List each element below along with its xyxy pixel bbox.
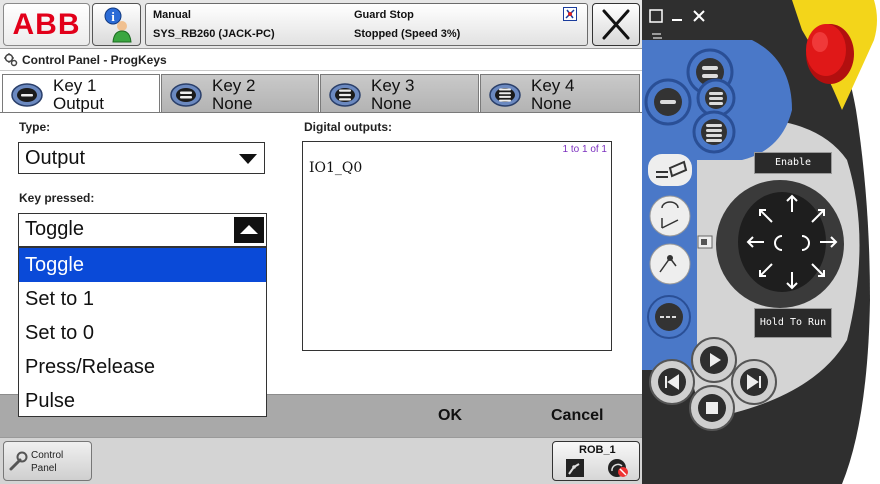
- mechanical-unit-button[interactable]: [646, 150, 694, 190]
- key-pressed-select-value: Toggle: [25, 218, 84, 240]
- emergency-stop-button[interactable]: [800, 14, 856, 94]
- operating-mode: Manual: [153, 9, 191, 21]
- chevron-up-icon: [234, 217, 264, 243]
- tab-key-3-value: None: [371, 94, 412, 113]
- tab-key-1-value: Output: [53, 94, 105, 113]
- dropdown-option-set-to-0[interactable]: Set to 0: [19, 316, 266, 350]
- system-name: SYS_RB260 (JACK-PC): [153, 28, 275, 40]
- type-select-value: Output: [25, 147, 86, 169]
- type-label: Type:: [19, 120, 51, 134]
- taskbar-control-panel[interactable]: Control Panel: [3, 441, 92, 481]
- guard-status: Guard Stop: [354, 9, 414, 21]
- status-panel[interactable]: Manual SYS_RB260 (JACK-PC) Guard Stop St…: [145, 3, 588, 46]
- prog-key-1-icon: [11, 83, 43, 107]
- close-button[interactable]: [592, 3, 640, 46]
- run-status: Stopped (Speed 3%): [354, 28, 461, 40]
- quickset-button[interactable]: ROB_1: [552, 441, 640, 481]
- dropdown-option-pulse[interactable]: Pulse: [19, 384, 266, 418]
- enable-label: Enable: [754, 152, 832, 174]
- prog-keys-cluster: [644, 48, 736, 154]
- robot-icon: [566, 459, 584, 477]
- tab-key-2-value: None: [212, 94, 253, 113]
- prog-key-3-icon: [329, 83, 361, 107]
- window-title-bar: Control Panel - ProgKeys: [0, 49, 642, 71]
- tab-key-4-value: None: [531, 94, 572, 113]
- list-item[interactable]: IO1_Q0: [309, 160, 362, 176]
- motion-mode-button[interactable]: [646, 194, 694, 238]
- tab-key-3[interactable]: Key 3 None: [320, 74, 479, 113]
- tab-key-1[interactable]: Key 1 Output: [2, 74, 160, 113]
- dropdown-option-toggle[interactable]: Toggle: [19, 248, 266, 282]
- tab-key-2[interactable]: Key 2 None: [161, 74, 319, 113]
- rob-label: ROB_1: [579, 444, 616, 456]
- digital-outputs-label: Digital outputs:: [304, 120, 392, 134]
- control-panel-icon: [4, 53, 18, 67]
- dropdown-option-set-to-1[interactable]: Set to 1: [19, 282, 266, 316]
- digital-outputs-count: 1 to 1 of 1: [562, 144, 607, 155]
- motors-state-icon: [563, 7, 577, 21]
- run-controls: [649, 337, 777, 431]
- tab-key-4-label: Key 4: [531, 76, 575, 95]
- tab-key-1-label: Key 1: [53, 76, 97, 95]
- event-log-button[interactable]: i: [92, 3, 141, 46]
- info-person-icon: i: [104, 7, 132, 43]
- close-icon: [602, 9, 630, 40]
- chevron-down-icon: [239, 154, 257, 164]
- tab-key-3-label: Key 3: [371, 76, 415, 95]
- digital-outputs-list[interactable]: 1 to 1 of 1 IO1_Q0: [302, 141, 612, 351]
- window-title: Control Panel - ProgKeys: [22, 53, 167, 67]
- joystick[interactable]: [694, 178, 844, 310]
- key-pressed-select[interactable]: Toggle: [18, 213, 267, 247]
- svg-text:i: i: [111, 9, 115, 24]
- window-controls: [649, 9, 705, 23]
- key-pressed-label: Key pressed:: [19, 191, 95, 205]
- taskbar-control-panel-line1: Control: [31, 450, 64, 461]
- key-tabs: Key 1 Output Key 2 None Key 3 None Key 4…: [0, 72, 642, 113]
- status-bar: ABB i Manual SYS_RB260 (JACK-PC) Guard S…: [0, 0, 642, 49]
- tab-key-4[interactable]: Key 4 None: [480, 74, 640, 113]
- ok-button[interactable]: OK: [438, 407, 462, 425]
- increment-button[interactable]: [646, 242, 694, 286]
- prog-key-4-icon: [489, 83, 521, 107]
- type-select[interactable]: Output: [18, 142, 265, 174]
- tab-key-2-label: Key 2: [212, 76, 256, 95]
- taskbar-control-panel-line2: Panel: [31, 463, 57, 474]
- taskbar: Control Panel ROB_1: [0, 437, 642, 484]
- speed-icon: [608, 459, 628, 477]
- rotate-icon: [652, 33, 662, 39]
- flexpendant-device: Enable Hold To Run: [642, 0, 880, 484]
- cancel-button[interactable]: Cancel: [551, 407, 603, 425]
- prog-key-2-icon: [170, 83, 202, 107]
- abb-logo: ABB: [12, 7, 81, 41]
- key-pressed-dropdown: Toggle Set to 1 Set to 0 Press/Release P…: [18, 247, 267, 417]
- abb-menu-button[interactable]: ABB: [3, 3, 90, 46]
- wrench-icon: [9, 451, 28, 471]
- dropdown-option-press-release[interactable]: Press/Release: [19, 350, 266, 384]
